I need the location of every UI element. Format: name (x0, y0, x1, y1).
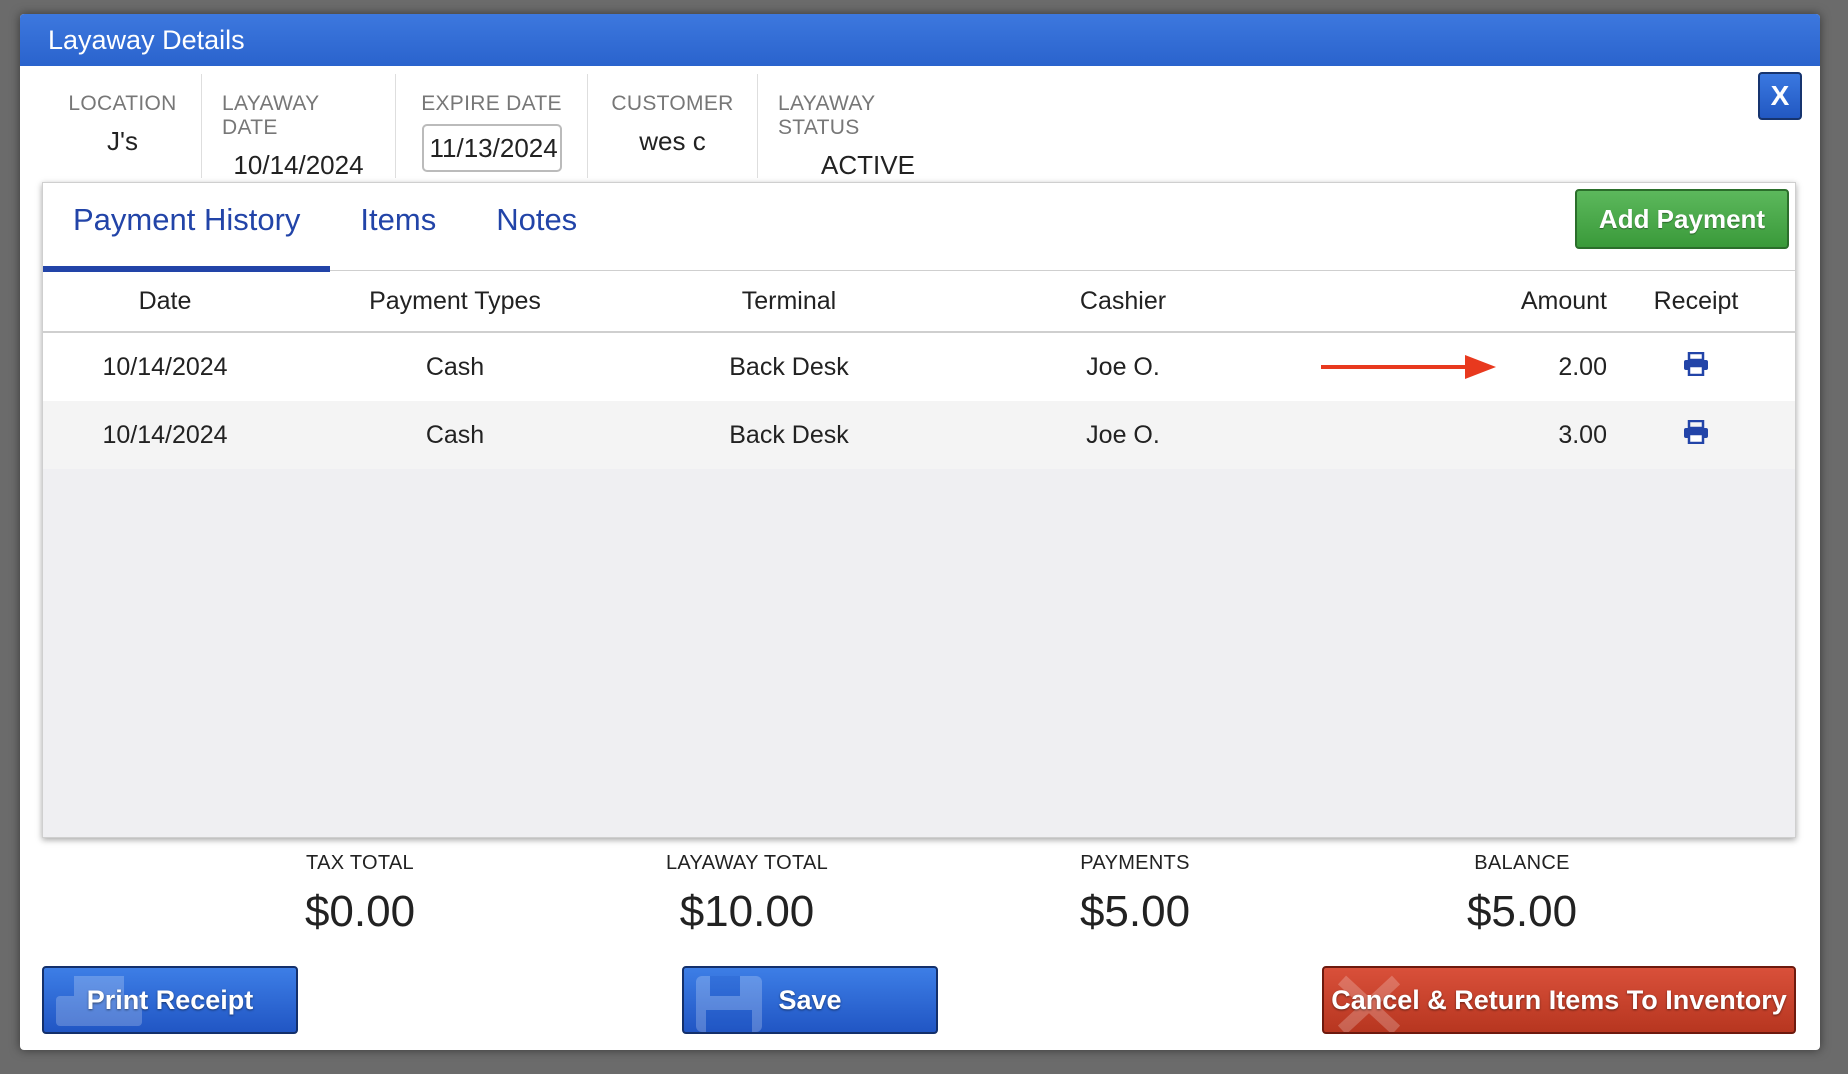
table-row[interactable]: 10/14/2024 Cash Back Desk Joe O. 2.00 (43, 333, 1795, 401)
red-arrow-icon (1321, 355, 1496, 379)
info-expire-date: EXPIRE DATE 11/13/2024 (396, 74, 588, 178)
row-cashier: Joe O. (1086, 420, 1160, 449)
totals-section: TAX TOTAL $0.00 LAYAWAY TOTAL $10.00 PAY… (20, 852, 1820, 982)
layaway-total-value: $10.00 (679, 887, 815, 936)
row-amount: 3.00 (1558, 420, 1607, 449)
expire-date-label: EXPIRE DATE (421, 92, 562, 115)
location-label: LOCATION (68, 92, 177, 115)
status-label: LAYAWAY STATUS (778, 92, 876, 139)
row-date: 10/14/2024 (102, 420, 228, 449)
col-terminal[interactable]: Terminal (623, 287, 955, 316)
payments-value: $5.00 (1079, 887, 1191, 936)
layaway-info: LOCATION J's LAYAWAY DATE 10/14/2024 EXP… (44, 74, 978, 190)
layaway-details-modal: Layaway Details X LOCATION J's LAYAWAY D… (20, 14, 1820, 1050)
row-payment-type: Cash (425, 352, 485, 381)
location-value: J's (107, 126, 138, 156)
save-label: Save (778, 985, 842, 1015)
tab-panel: Payment History Items Notes Add Payment … (42, 182, 1796, 838)
tax-total: TAX TOTAL $0.00 (210, 852, 510, 937)
tab-bar: Payment History Items Notes Add Payment (43, 183, 1795, 272)
info-customer: CUSTOMER wes c (588, 74, 758, 178)
col-spacer (1291, 271, 1461, 331)
status-value: ACTIVE (821, 150, 915, 180)
close-button[interactable]: X (1758, 72, 1802, 120)
print-receipt-label: Print Receipt (86, 985, 254, 1015)
col-payment-types[interactable]: Payment Types (287, 287, 623, 316)
tab-payment-history[interactable]: Payment History (43, 183, 331, 272)
cancel-return-label: Cancel & Return Items To Inventory (1331, 985, 1787, 1015)
row-terminal: Back Desk (729, 352, 849, 381)
row-terminal: Back Desk (729, 420, 849, 449)
balance-total: BALANCE $5.00 (1372, 852, 1672, 937)
tab-items[interactable]: Items (330, 183, 466, 271)
row-date: 10/14/2024 (102, 352, 228, 381)
layaway-date-value: 10/14/2024 (233, 150, 364, 180)
expire-date-input[interactable]: 11/13/2024 (421, 124, 562, 172)
col-date[interactable]: Date (43, 287, 287, 316)
row-spacer (1291, 401, 1461, 469)
row-receipt (1621, 419, 1771, 451)
row-receipt (1621, 351, 1771, 383)
customer-label: CUSTOMER (611, 92, 734, 115)
layaway-date-label: LAYAWAY DATE (222, 92, 320, 139)
row-cashier: Joe O. (1086, 352, 1160, 381)
payments-label: PAYMENTS (1080, 852, 1190, 874)
info-location: LOCATION J's (44, 74, 202, 178)
tax-total-label: TAX TOTAL (306, 852, 414, 874)
info-layaway-date: LAYAWAY DATE 10/14/2024 (202, 74, 396, 180)
row-spacer (1291, 333, 1496, 401)
customer-value: wes c (639, 126, 706, 156)
col-amount[interactable]: Amount (1461, 287, 1621, 316)
tax-total-value: $0.00 (304, 887, 416, 936)
printer-icon[interactable] (1683, 419, 1709, 451)
tab-notes[interactable]: Notes (466, 183, 607, 271)
balance-label: BALANCE (1474, 852, 1570, 874)
balance-value: $5.00 (1466, 887, 1578, 936)
table-row[interactable]: 10/14/2024 Cash Back Desk Joe O. 3.00 (43, 401, 1795, 469)
save-button[interactable]: Save (682, 966, 938, 1034)
table-header: Date Payment Types Terminal Cashier Amou… (43, 271, 1795, 333)
payments-total: PAYMENTS $5.00 (985, 852, 1285, 937)
modal-title: Layaway Details (20, 14, 1820, 66)
layaway-total: LAYAWAY TOTAL $10.00 (597, 852, 897, 937)
col-receipt[interactable]: Receipt (1621, 287, 1771, 316)
info-status: LAYAWAY STATUS ACTIVE (758, 74, 978, 180)
add-payment-button[interactable]: Add Payment (1575, 189, 1789, 249)
print-receipt-button[interactable]: Print Receipt (42, 966, 298, 1034)
cancel-return-button[interactable]: Cancel & Return Items To Inventory (1322, 966, 1796, 1034)
floppy-disk-icon (696, 976, 762, 1032)
col-cashier[interactable]: Cashier (955, 287, 1291, 316)
layaway-total-label: LAYAWAY TOTAL (665, 852, 829, 874)
row-payment-type: Cash (425, 420, 485, 449)
printer-icon[interactable] (1683, 351, 1709, 383)
